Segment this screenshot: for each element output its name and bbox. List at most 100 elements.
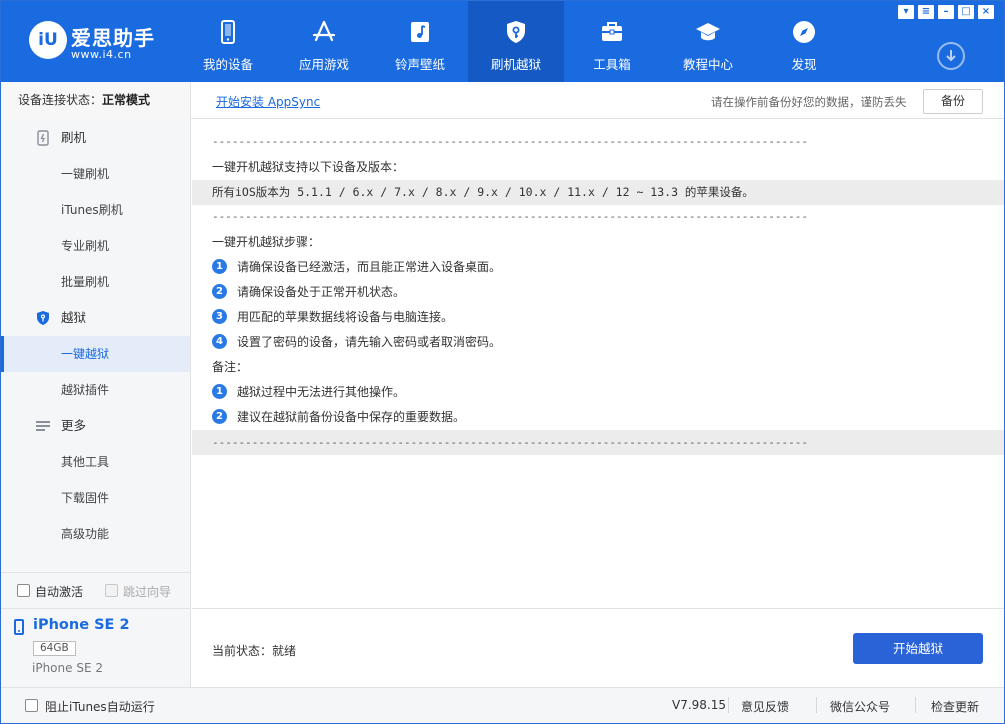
- graduation-cap-icon: [696, 23, 720, 41]
- minimize-icon: –: [943, 6, 949, 17]
- note-number-badge: 1: [212, 384, 227, 399]
- nav-tutorials[interactable]: 教程中心: [660, 1, 756, 82]
- nav-my-device[interactable]: 我的设备: [180, 1, 276, 82]
- iphone-icon: [14, 619, 24, 635]
- sidebar-item-one-click-jailbreak[interactable]: 一键越狱: [1, 336, 190, 372]
- jailbreak-info-panel: ----------------------------------------…: [192, 119, 1004, 607]
- auto-activate-label: 自动激活: [35, 585, 84, 599]
- sidebar-group-flash[interactable]: 刷机: [1, 120, 191, 156]
- app-brand: 爱思助手: [71, 26, 155, 50]
- nav-flash-jailbreak[interactable]: 刷机越狱: [468, 1, 564, 82]
- compass-icon: [793, 21, 815, 43]
- shirt-icon: ▾: [903, 6, 909, 17]
- step-item: 2 请确保设备处于正常开机状态。: [192, 280, 1004, 305]
- sidebar-group-label: 越狱: [61, 310, 87, 325]
- download-manager-button[interactable]: [937, 42, 965, 70]
- sidebar-item-label: 下载固件: [61, 491, 110, 505]
- toolbox-icon: [602, 22, 622, 41]
- block-itunes-checkbox[interactable]: [25, 699, 38, 712]
- nav-label: 铃声壁纸: [394, 57, 445, 72]
- connection-value: 正常模式: [102, 93, 151, 107]
- maximize-button[interactable]: □: [958, 5, 974, 19]
- device-capacity: 64GB: [33, 641, 76, 656]
- nav-ringtones[interactable]: 铃声壁纸: [372, 1, 468, 82]
- note-item: 2 建议在越狱前备份设备中保存的重要数据。: [192, 405, 1004, 430]
- skin-button[interactable]: ▾: [898, 5, 914, 19]
- logo-mark: iU: [29, 21, 67, 59]
- nav-toolbox[interactable]: 工具箱: [564, 1, 660, 82]
- check-update-link[interactable]: 检查更新: [931, 698, 979, 715]
- skip-guide-checkbox[interactable]: [105, 584, 118, 597]
- app-store-icon: [312, 20, 336, 42]
- auto-activate-checkbox[interactable]: [17, 584, 30, 597]
- wechat-link[interactable]: 微信公众号: [830, 698, 890, 715]
- footer-divider: [816, 697, 817, 713]
- nav-label: 应用游戏: [298, 57, 349, 72]
- version-label: V7.98.15: [672, 698, 727, 712]
- menu-button[interactable]: ≡: [918, 5, 934, 19]
- shield-key-icon: [507, 21, 525, 43]
- skip-guide-label: 跳过向导: [123, 585, 172, 599]
- close-button[interactable]: ×: [978, 5, 994, 19]
- sidebar-group-more[interactable]: 更多: [1, 408, 191, 444]
- steps-title: 一键开机越狱步骤：: [192, 230, 1004, 255]
- note-text: 建议在越狱前备份设备中保存的重要数据。: [237, 410, 466, 424]
- separator-dashes: ----------------------------------------…: [212, 436, 809, 449]
- backup-button[interactable]: 备份: [923, 89, 983, 114]
- sidebar-group-jailbreak[interactable]: 越狱: [1, 300, 191, 336]
- shield-key-icon: [37, 311, 49, 325]
- sidebar-item-batch-flash[interactable]: 批量刷机: [1, 264, 190, 300]
- action-bar: 当前状态：就绪 开始越狱: [192, 608, 1004, 687]
- app-url: www.i4.cn: [71, 48, 132, 61]
- sidebar-item-advanced[interactable]: 高级功能: [1, 516, 190, 552]
- sidebar-item-label: 越狱插件: [61, 383, 110, 397]
- step-item: 4 设置了密码的设备，请先输入密码或者取消密码。: [192, 330, 1004, 355]
- step-number-badge: 4: [212, 334, 227, 349]
- feedback-link[interactable]: 意见反馈: [741, 698, 789, 715]
- install-appsync-link[interactable]: 开始安装 AppSync: [216, 93, 320, 110]
- nav-apps-games[interactable]: 应用游戏: [276, 1, 372, 82]
- sidebar-item-other-tools[interactable]: 其他工具: [1, 444, 190, 480]
- sidebar-item-label: 批量刷机: [61, 275, 110, 289]
- nav-label: 教程中心: [682, 57, 733, 72]
- sidebar-item-download-firmware[interactable]: 下载固件: [1, 480, 190, 516]
- footer-divider: [915, 697, 916, 713]
- sidebar-item-itunes-flash[interactable]: iTunes刷机: [1, 192, 190, 228]
- sidebar-item-jailbreak-plugins[interactable]: 越狱插件: [1, 372, 190, 408]
- separator-dashes: ----------------------------------------…: [212, 135, 809, 148]
- sidebar-item-one-click-flash[interactable]: 一键刷机: [1, 156, 190, 192]
- device-name[interactable]: iPhone SE 2: [33, 617, 130, 633]
- list-icon: [36, 421, 50, 431]
- nav-discover[interactable]: 发现: [756, 1, 852, 82]
- minimize-button[interactable]: –: [938, 5, 954, 19]
- step-number-badge: 1: [212, 259, 227, 274]
- sidebar-item-label: 一键刷机: [61, 167, 110, 181]
- support-versions-text: 所有iOS版本为 5.1.1 / 6.x / 7.x / 8.x / 9.x /…: [212, 185, 754, 199]
- sidebar-item-pro-flash[interactable]: 专业刷机: [1, 228, 190, 264]
- notes-title: 备注：: [192, 355, 1004, 380]
- start-jailbreak-button[interactable]: 开始越狱: [853, 633, 983, 664]
- support-title: 一键开机越狱支持以下设备及版本：: [192, 155, 1004, 180]
- step-item: 3 用匹配的苹果数据线将设备与电脑连接。: [192, 305, 1004, 330]
- device-model: iPhone SE 2: [32, 661, 103, 675]
- close-icon: ×: [981, 6, 991, 17]
- sidebar: 刷机 一键刷机 iTunes刷机 专业刷机 批量刷机 越狱 一键越狱 越狱插件 …: [1, 119, 191, 607]
- nav-label: 工具箱: [593, 57, 631, 72]
- separator-dashes: ----------------------------------------…: [212, 210, 809, 223]
- flash-phone-icon: [37, 130, 49, 146]
- sidebar-item-label: 高级功能: [61, 527, 110, 541]
- nav-label: 我的设备: [202, 57, 253, 72]
- step-number-badge: 2: [212, 284, 227, 299]
- music-icon: [411, 22, 429, 42]
- steps-title-text: 一键开机越狱步骤：: [212, 235, 321, 249]
- maximize-icon: □: [961, 6, 971, 17]
- separator-line: ----------------------------------------…: [192, 430, 1004, 455]
- connection-label: 设备连接状态：: [18, 93, 103, 107]
- sidebar-item-label: 其他工具: [61, 455, 110, 469]
- top-bar: iU 爱思助手 www.i4.cn 我的设备 应用游戏 铃声壁纸 刷机越狱 工具…: [1, 1, 1004, 82]
- support-versions: 所有iOS版本为 5.1.1 / 6.x / 7.x / 8.x / 9.x /…: [192, 180, 1004, 205]
- connection-status: 设备连接状态：正常模式: [1, 82, 191, 119]
- sidebar-item-label: 一键越狱: [61, 347, 110, 361]
- block-itunes-label: 阻止iTunes自动运行: [45, 700, 155, 714]
- menu-icon: ≡: [921, 6, 931, 17]
